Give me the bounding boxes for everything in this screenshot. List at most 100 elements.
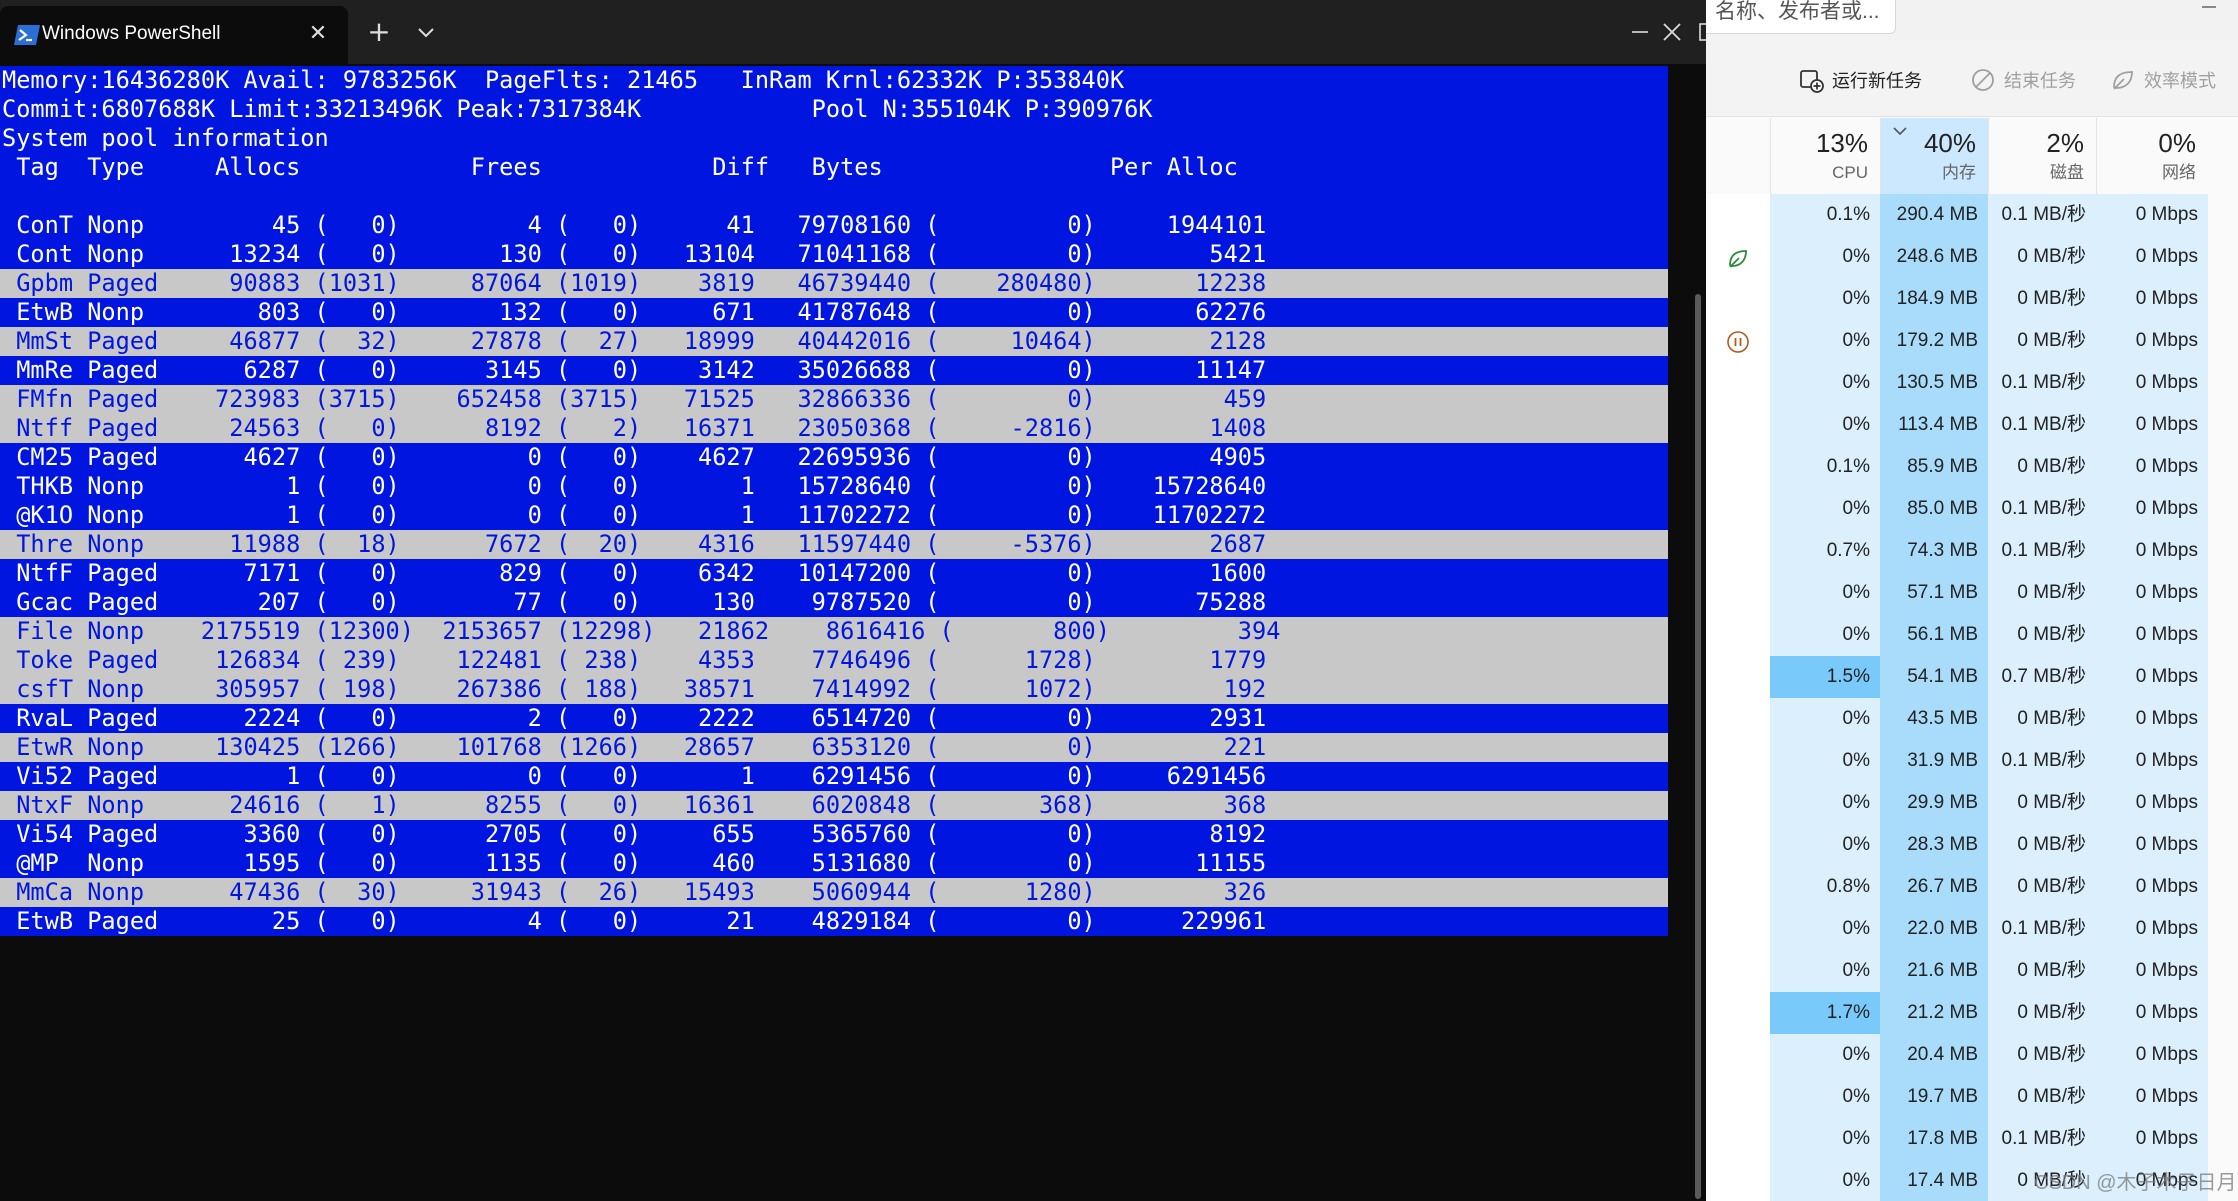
- pool-row: NtfF Paged 7171 ( 0) 829 ( 0) 6342 10147…: [0, 559, 1668, 588]
- disk-value: 0 MB/秒: [1988, 782, 2096, 824]
- cpu-value: 0.8%: [1770, 866, 1880, 908]
- process-row[interactable]: 0.8% 26.7 MB 0 MB/秒 0 Mbps: [1706, 866, 2238, 908]
- process-row[interactable]: 0% 184.9 MB 0 MB/秒 0 Mbps: [1706, 278, 2238, 320]
- pool-row: Cont Nonp 13234 ( 0) 130 ( 0) 13104 7104…: [0, 240, 1668, 269]
- search-box[interactable]: 名称、发布者或...: [1706, 0, 1896, 34]
- process-row[interactable]: 0% 56.1 MB 0 MB/秒 0 Mbps: [1706, 614, 2238, 656]
- row-spacer: [2208, 1118, 2238, 1160]
- console-output: Memory:16436280K Avail: 9783256K PageFlt…: [0, 66, 1668, 936]
- disk-value: 0 MB/秒: [1988, 992, 2096, 1034]
- process-row[interactable]: 0% 113.4 MB 0.1 MB/秒 0 Mbps: [1706, 404, 2238, 446]
- network-value: 0 Mbps: [2096, 194, 2208, 236]
- process-row[interactable]: 0% 57.1 MB 0 MB/秒 0 Mbps: [1706, 572, 2238, 614]
- process-row[interactable]: 0% 19.7 MB 0 MB/秒 0 Mbps: [1706, 1076, 2238, 1118]
- efficiency-mode-button[interactable]: 效率模式: [2110, 66, 2216, 94]
- tab-windows-powershell[interactable]: Windows PowerShell ✕: [0, 6, 348, 64]
- memory-value: 20.4 MB: [1880, 1034, 1988, 1076]
- row-status-gutter: [1706, 1160, 1770, 1201]
- sort-chevron-icon: [1893, 127, 1907, 136]
- disk-value: 0.7 MB/秒: [1988, 656, 2096, 698]
- console-header-line: Commit:6807688K Limit:33213496K Peak:731…: [0, 95, 1668, 124]
- process-row[interactable]: 0.1% 290.4 MB 0.1 MB/秒 0 Mbps: [1706, 194, 2238, 236]
- memory-value: 130.5 MB: [1880, 362, 1988, 404]
- pool-row: NtxF Nonp 24616 ( 1) 8255 ( 0) 16361 602…: [0, 791, 1668, 820]
- network-value: 0 Mbps: [2096, 1118, 2208, 1160]
- pool-row: File Nonp 2175519 (12300) 2153657 (12298…: [0, 617, 1668, 646]
- process-row[interactable]: 0% 22.0 MB 0.1 MB/秒 0 Mbps: [1706, 908, 2238, 950]
- process-row[interactable]: 0% 20.4 MB 0 MB/秒 0 Mbps: [1706, 1034, 2238, 1076]
- column-header-network[interactable]: 0% 网络: [2096, 118, 2208, 194]
- process-row[interactable]: 0% 130.5 MB 0.1 MB/秒 0 Mbps: [1706, 362, 2238, 404]
- process-row[interactable]: 0.7% 74.3 MB 0.1 MB/秒 0 Mbps: [1706, 530, 2238, 572]
- console-header-line: [0, 182, 1668, 211]
- watermark: CSDN @木子木子日月: [2034, 1172, 2237, 1194]
- minimize-icon[interactable]: [2202, 2, 2216, 8]
- network-value: 0 Mbps: [2096, 362, 2208, 404]
- end-task-button[interactable]: 结束任务: [1970, 66, 2076, 94]
- cpu-value: 0.1%: [1770, 194, 1880, 236]
- process-row[interactable]: 0% 21.6 MB 0 MB/秒 0 Mbps: [1706, 950, 2238, 992]
- process-row[interactable]: 0% 248.6 MB 0 MB/秒 0 Mbps: [1706, 236, 2238, 278]
- disk-value: 0 MB/秒: [1988, 824, 2096, 866]
- disk-value: 0 MB/秒: [1988, 572, 2096, 614]
- disk-value: 0.1 MB/秒: [1988, 1118, 2096, 1160]
- memory-value: 54.1 MB: [1880, 656, 1988, 698]
- pool-row: MmRe Paged 6287 ( 0) 3145 ( 0) 3142 3502…: [0, 356, 1668, 385]
- memory-value: 28.3 MB: [1880, 824, 1988, 866]
- network-value: 0 Mbps: [2096, 908, 2208, 950]
- memory-value: 85.9 MB: [1880, 446, 1988, 488]
- network-value: 0 Mbps: [2096, 446, 2208, 488]
- pool-row: @MP Nonp 1595 ( 0) 1135 ( 0) 460 5131680…: [0, 849, 1668, 878]
- memory-value: 57.1 MB: [1880, 572, 1988, 614]
- run-new-task-label: 运行新任务: [1832, 71, 1922, 91]
- process-row[interactable]: 0% 29.9 MB 0 MB/秒 0 Mbps: [1706, 782, 2238, 824]
- process-row[interactable]: 1.7% 21.2 MB 0 MB/秒 0 Mbps: [1706, 992, 2238, 1034]
- process-row[interactable]: 0% 43.5 MB 0 MB/秒 0 Mbps: [1706, 698, 2238, 740]
- row-status-gutter: [1706, 530, 1770, 572]
- cpu-value: 0%: [1770, 572, 1880, 614]
- memory-value: 56.1 MB: [1880, 614, 1988, 656]
- disk-value: 0.1 MB/秒: [1988, 740, 2096, 782]
- powershell-icon: [14, 25, 40, 45]
- memory-value: 74.3 MB: [1880, 530, 1988, 572]
- run-new-task-button[interactable]: 运行新任务: [1798, 66, 1922, 94]
- process-row[interactable]: 0% 17.8 MB 0.1 MB/秒 0 Mbps: [1706, 1118, 2238, 1160]
- cpu-value: 0%: [1770, 404, 1880, 446]
- network-value: 0 Mbps: [2096, 950, 2208, 992]
- column-header-cpu[interactable]: 13% CPU: [1770, 118, 1880, 194]
- network-percent: 0%: [2158, 128, 2196, 158]
- row-spacer: [2208, 950, 2238, 992]
- row-status-gutter: [1706, 1034, 1770, 1076]
- console-scrollbar[interactable]: [1695, 294, 1701, 1199]
- process-row[interactable]: 0% 28.3 MB 0 MB/秒 0 Mbps: [1706, 824, 2238, 866]
- pool-row: EtwB Nonp 803 ( 0) 132 ( 0) 671 41787648…: [0, 298, 1668, 327]
- new-tab-button[interactable]: +: [364, 18, 394, 46]
- pool-row: ConT Nonp 45 ( 0) 4 ( 0) 41 79708160 ( 0…: [0, 211, 1668, 240]
- network-value: 0 Mbps: [2096, 866, 2208, 908]
- cpu-value: 0%: [1770, 614, 1880, 656]
- row-spacer: [2208, 530, 2238, 572]
- memory-value: 179.2 MB: [1880, 320, 1988, 362]
- close-window-icon[interactable]: [1642, 12, 1702, 52]
- cpu-value: 0%: [1770, 782, 1880, 824]
- row-status-gutter: [1706, 824, 1770, 866]
- run-task-icon: [1800, 70, 1824, 93]
- powershell-window: Windows PowerShell ✕ + Memory:16436280K …: [0, 0, 1706, 1201]
- search-placeholder: 名称、发布者或...: [1715, 0, 1880, 23]
- process-row[interactable]: 0% 179.2 MB 0 MB/秒 0 Mbps: [1706, 320, 2238, 362]
- row-spacer: [2208, 236, 2238, 278]
- network-value: 0 Mbps: [2096, 698, 2208, 740]
- cpu-value: 0%: [1770, 236, 1880, 278]
- process-row[interactable]: 0.1% 85.9 MB 0 MB/秒 0 Mbps: [1706, 446, 2238, 488]
- column-header-disk[interactable]: 2% 磁盘: [1988, 118, 2096, 194]
- row-spacer: [2208, 1034, 2238, 1076]
- process-row[interactable]: 0% 85.0 MB 0.1 MB/秒 0 Mbps: [1706, 488, 2238, 530]
- process-row[interactable]: 0% 31.9 MB 0.1 MB/秒 0 Mbps: [1706, 740, 2238, 782]
- chevron-down-icon[interactable]: [414, 18, 438, 46]
- disk-value: 0.1 MB/秒: [1988, 362, 2096, 404]
- process-row[interactable]: 1.5% 54.1 MB 0.7 MB/秒 0 Mbps: [1706, 656, 2238, 698]
- cpu-value: 0%: [1770, 1076, 1880, 1118]
- cpu-value: 0%: [1770, 740, 1880, 782]
- close-tab-icon[interactable]: ✕: [306, 22, 330, 46]
- disk-value: 0 MB/秒: [1988, 1076, 2096, 1118]
